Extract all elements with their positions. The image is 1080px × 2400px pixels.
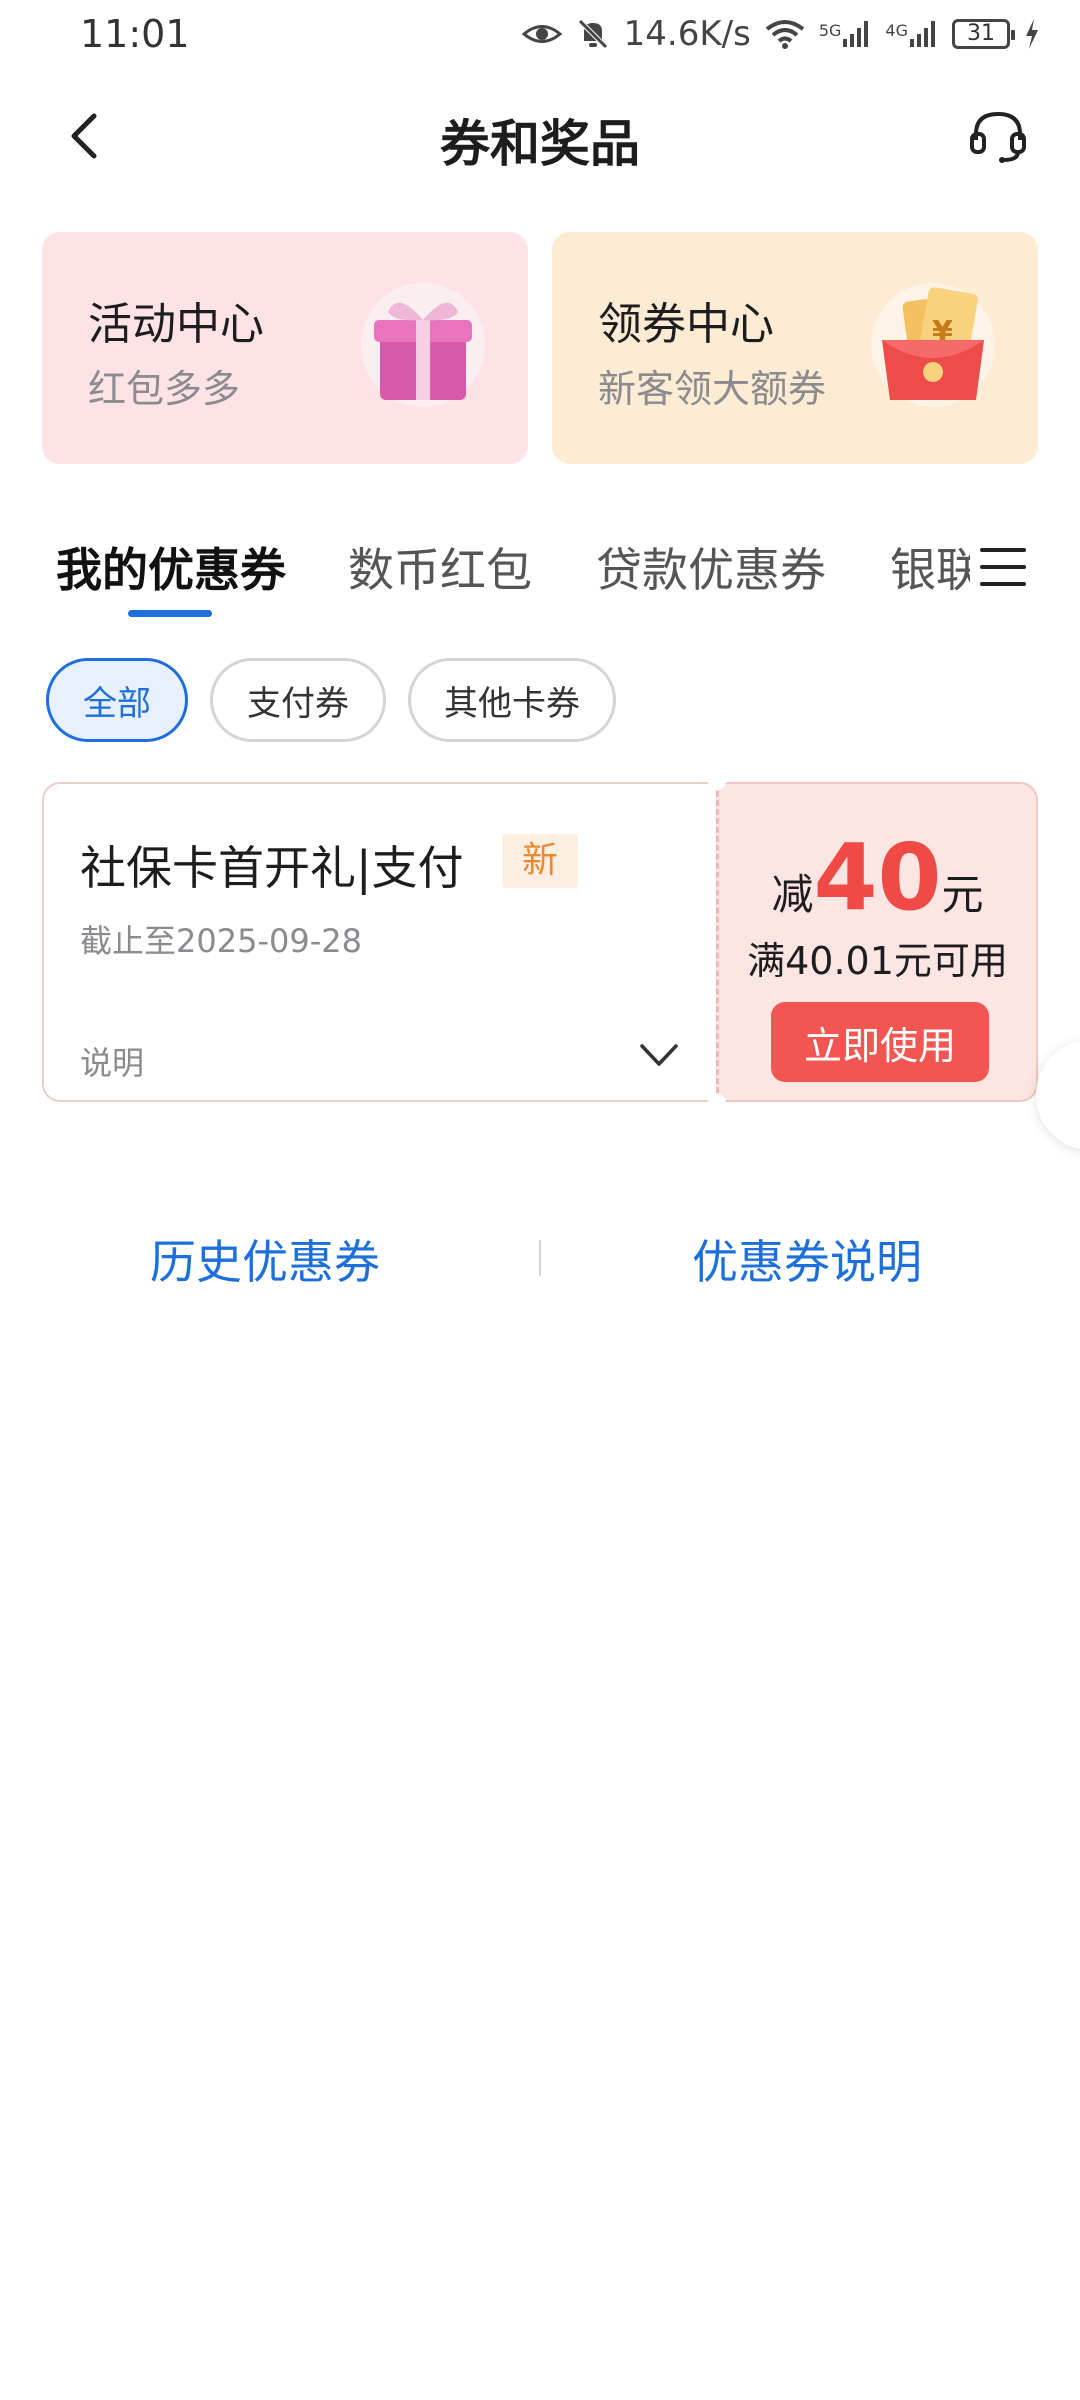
coupon-deadline: 截止至2025-09-28 bbox=[80, 922, 362, 960]
entry-card-subtitle: 新客领大额券 bbox=[598, 367, 827, 411]
footer-links: 历史优惠券 优惠券说明 bbox=[0, 1220, 1080, 1300]
status-icons: 14.6K/s 5G 4G 31 bbox=[521, 14, 1040, 54]
footer-divider bbox=[539, 1240, 541, 1276]
eye-icon bbox=[521, 19, 562, 49]
status-time: 11:01 bbox=[80, 12, 190, 56]
customer-service-button[interactable] bbox=[966, 104, 1030, 168]
amount-unit: 元 bbox=[941, 870, 984, 919]
net-speed: 14.6K/s bbox=[623, 14, 751, 54]
battery-icon: 31 bbox=[952, 19, 1015, 49]
wifi-icon bbox=[765, 19, 805, 49]
coupon-rules-link[interactable]: 优惠券说明 bbox=[692, 1226, 922, 1292]
coupon-description-toggle[interactable]: 说明 bbox=[80, 1038, 144, 1084]
coupon-center-card[interactable]: 领券中心 新客领大额券 ¥ bbox=[552, 232, 1038, 464]
battery-level: 31 bbox=[967, 21, 995, 46]
coupon-amount: 减40元 bbox=[719, 824, 1036, 931]
filter-chip-payment[interactable]: 支付券 bbox=[210, 658, 386, 742]
coupon-condition: 满40.01元可用 bbox=[747, 939, 1008, 983]
mute-bell-icon bbox=[576, 17, 610, 51]
floating-side-button[interactable] bbox=[1036, 1040, 1080, 1150]
signal-4g-icon: 4G bbox=[885, 21, 938, 47]
coupon-amount-panel: 减40元 满40.01元可用 立即使用 bbox=[716, 782, 1038, 1102]
entry-card-title: 领券中心 bbox=[598, 299, 774, 350]
history-coupons-link[interactable]: 历史优惠券 bbox=[150, 1226, 380, 1292]
tab-menu-button[interactable] bbox=[976, 540, 1030, 594]
header: 券和奖品 bbox=[0, 84, 1080, 188]
headset-icon bbox=[970, 111, 1026, 163]
coupon-card: 社保卡首开礼|支付 新 截止至2025-09-28 说明 减40元 满40.01… bbox=[42, 772, 1038, 1112]
coupon-title: 社保卡首开礼|支付 bbox=[80, 841, 464, 895]
active-tab-indicator bbox=[128, 610, 212, 617]
filter-chip-other-cards[interactable]: 其他卡券 bbox=[408, 658, 616, 742]
signal-5g-label: 5G bbox=[818, 21, 842, 40]
activity-center-card[interactable]: 活动中心 红包多多 bbox=[42, 232, 528, 464]
signal-5g-icon: 5G bbox=[819, 21, 872, 47]
signal-4g-label: 4G bbox=[885, 21, 908, 40]
coupon-tabs: 我的优惠券 数币红包 贷款优惠券 银联 bbox=[0, 520, 1080, 630]
status-bar: 11:01 14.6K/s 5G 4G 31 bbox=[0, 0, 1080, 74]
chevron-down-icon[interactable] bbox=[636, 1032, 682, 1078]
coupon-info: 社保卡首开礼|支付 新 截止至2025-09-28 说明 bbox=[42, 782, 716, 1102]
charging-icon bbox=[1024, 19, 1040, 49]
tab-loan-coupons[interactable]: 贷款优惠券 bbox=[596, 534, 826, 600]
filter-chip-all[interactable]: 全部 bbox=[46, 658, 188, 742]
tab-my-coupons[interactable]: 我的优惠券 bbox=[56, 534, 286, 600]
entry-card-subtitle: 红包多多 bbox=[88, 367, 241, 411]
coupon-notch-bottom bbox=[708, 1094, 726, 1112]
menu-icon bbox=[980, 548, 1026, 586]
amount-prefix: 减 bbox=[771, 870, 814, 919]
tab-digital-currency-red-packet[interactable]: 数币红包 bbox=[348, 534, 532, 600]
amount-value: 40 bbox=[813, 824, 942, 931]
gift-box-icon bbox=[361, 283, 485, 407]
page-title: 券和奖品 bbox=[440, 115, 640, 173]
red-envelope-icon: ¥ bbox=[871, 283, 995, 407]
coupon-notch-top bbox=[708, 772, 726, 790]
tab-unionpay[interactable]: 银联 bbox=[890, 534, 982, 600]
entry-card-title: 活动中心 bbox=[88, 299, 264, 350]
use-now-button[interactable]: 立即使用 bbox=[771, 1002, 989, 1082]
new-badge: 新 bbox=[502, 834, 578, 888]
